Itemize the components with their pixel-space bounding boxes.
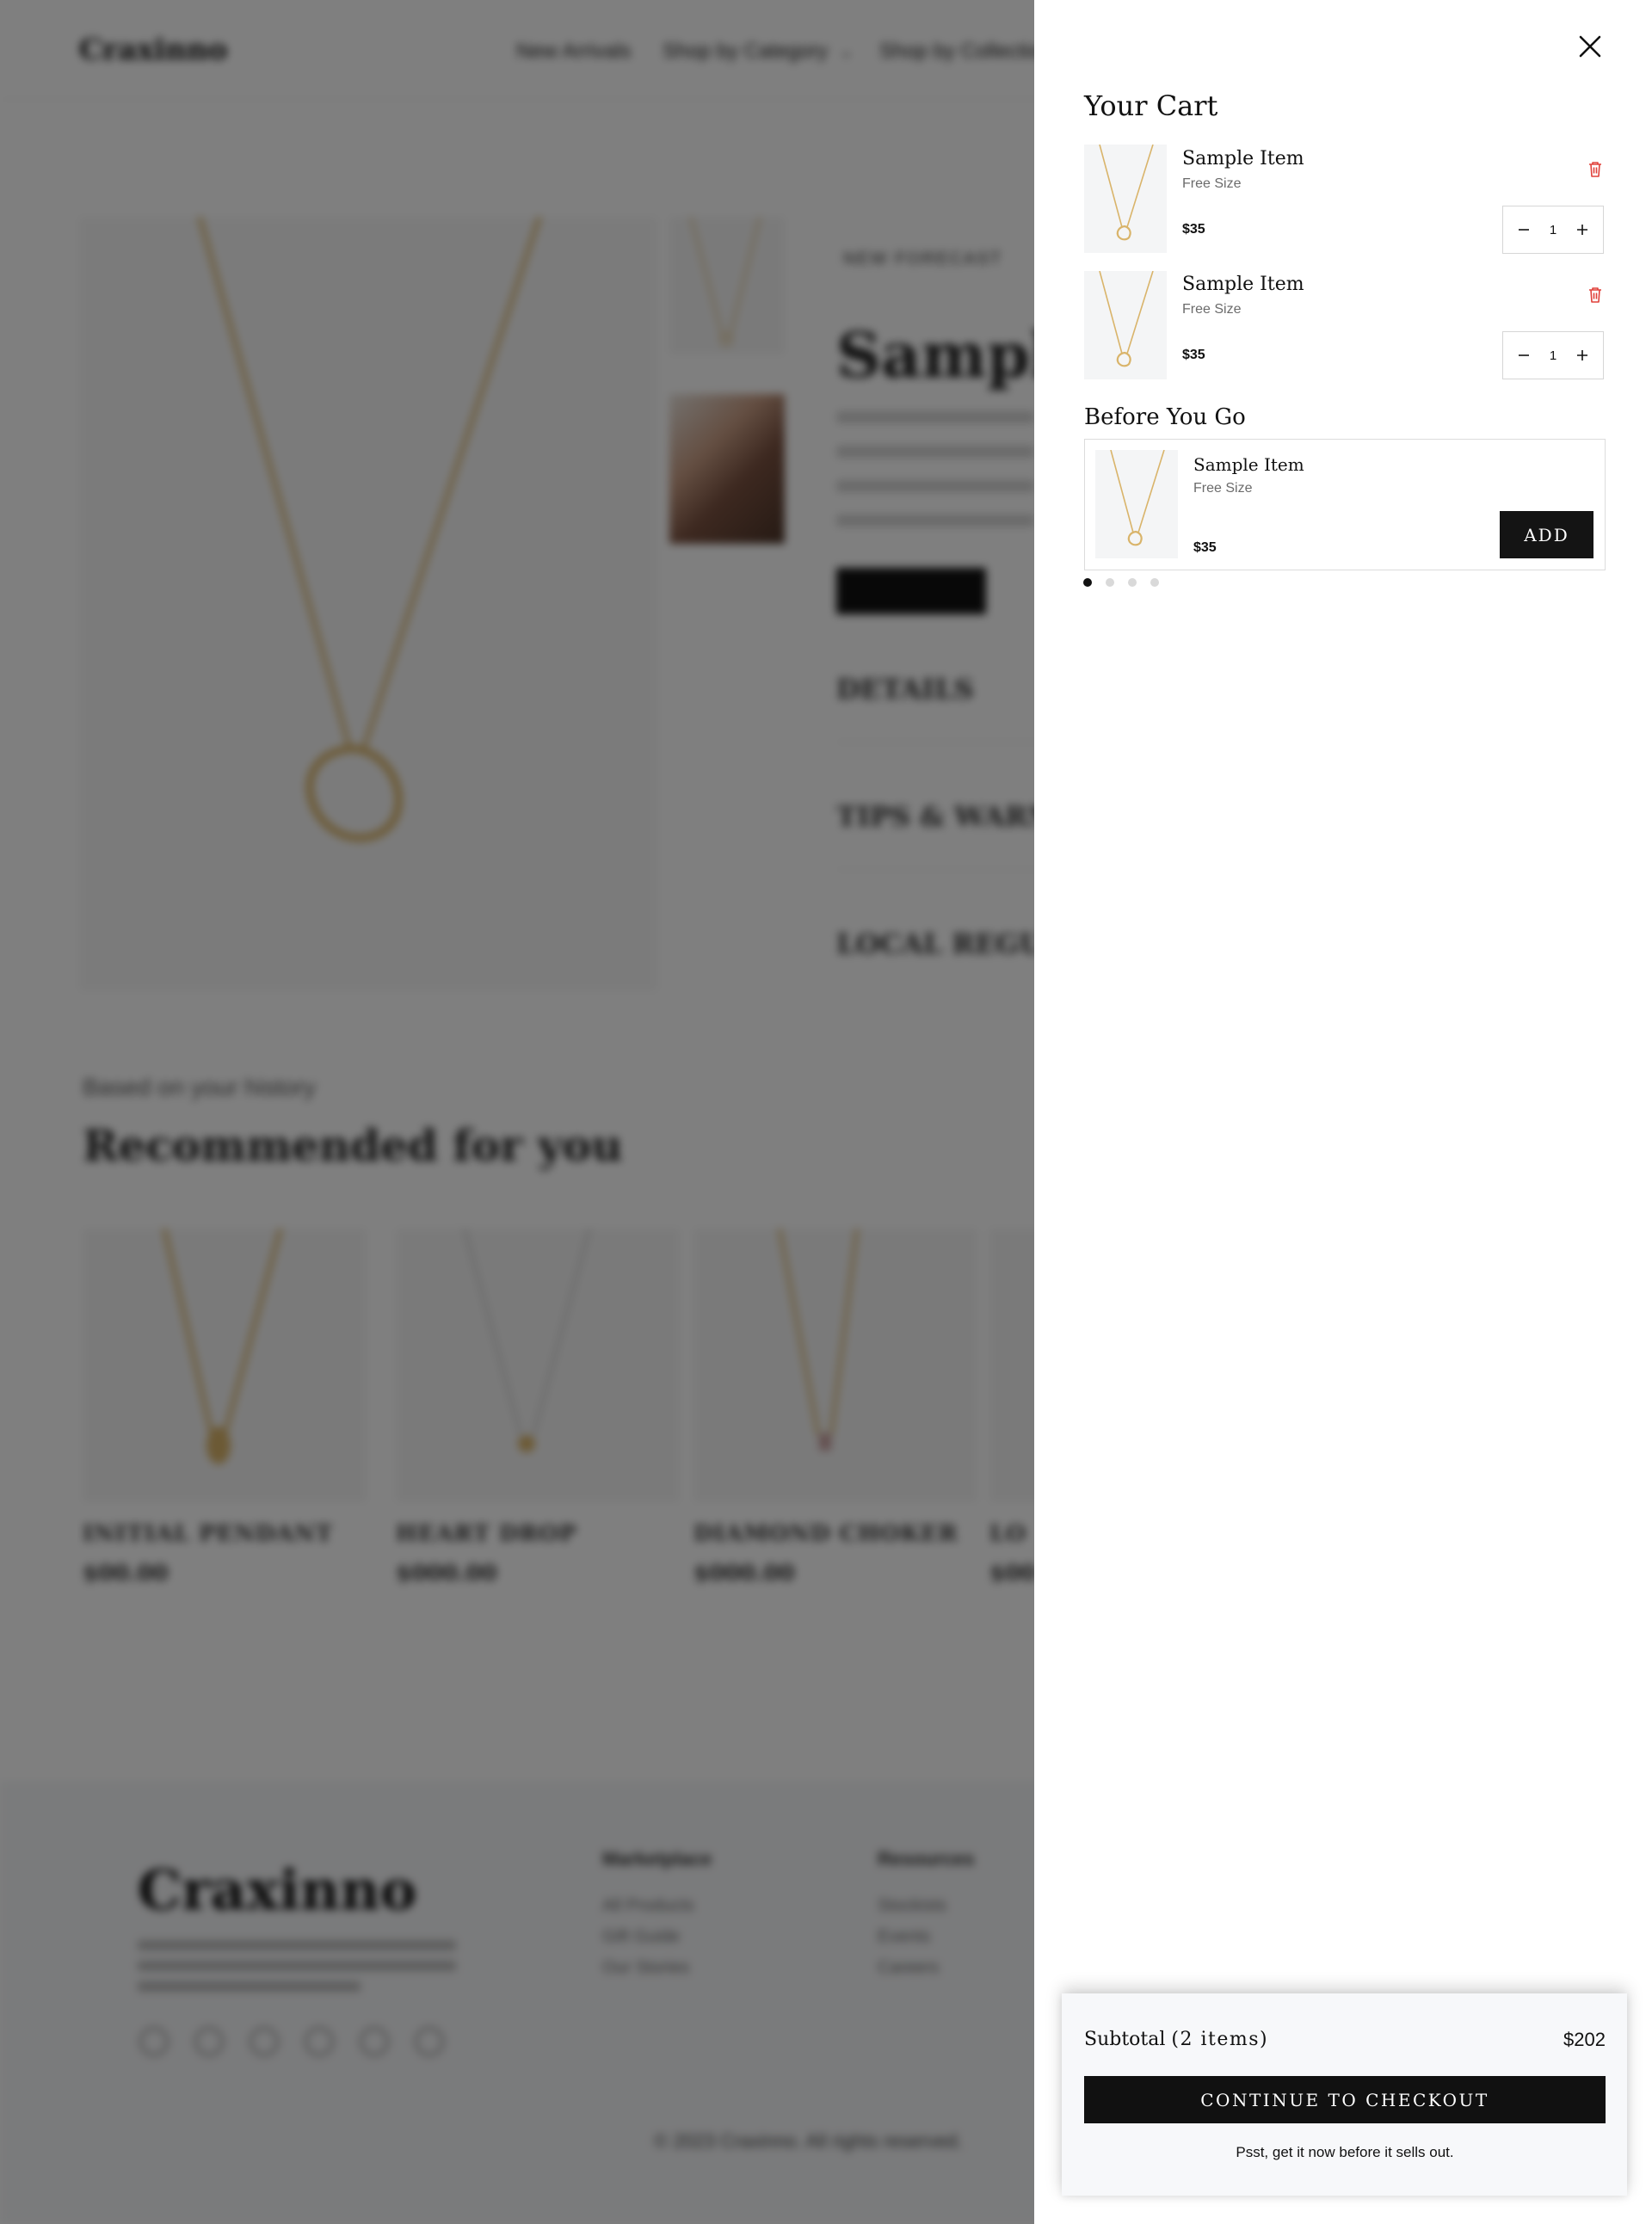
quantity-value: 1 <box>1549 222 1557 237</box>
subtotal-item-count: (2 items) <box>1171 2029 1269 2050</box>
subtotal-value: $202 <box>1563 2029 1606 2050</box>
cart-item-image <box>1084 145 1167 253</box>
quantity-stepper: 1 <box>1502 331 1604 379</box>
carousel-dot[interactable] <box>1083 578 1092 587</box>
carousel-dot[interactable] <box>1150 578 1159 587</box>
add-button[interactable]: ADD <box>1500 511 1593 558</box>
cart-item-price: $35 <box>1182 222 1205 237</box>
upsell-item-name: Sample Item <box>1193 454 1304 475</box>
quantity-stepper: 1 <box>1502 206 1604 254</box>
before-you-go-title: Before You Go <box>1084 404 1246 430</box>
minus-icon[interactable] <box>1513 219 1534 240</box>
cart-item-image <box>1084 271 1167 379</box>
plus-icon[interactable] <box>1572 345 1593 366</box>
checkout-button[interactable]: CONTINUE TO CHECKOUT <box>1084 2076 1606 2123</box>
cart-item-size: Free Size <box>1182 176 1242 191</box>
cart-item-size: Free Size <box>1182 302 1242 317</box>
upsell-item-size: Free Size <box>1193 481 1253 496</box>
upsell-item-image <box>1095 450 1178 558</box>
carousel-dot[interactable] <box>1106 578 1114 587</box>
carousel-dot[interactable] <box>1128 578 1137 587</box>
plus-icon[interactable] <box>1572 219 1593 240</box>
cart-item-price: $35 <box>1182 348 1205 362</box>
subtotal-label: Subtotal (2 items) <box>1084 2029 1269 2050</box>
minus-icon[interactable] <box>1513 345 1534 366</box>
trash-icon[interactable] <box>1587 286 1604 305</box>
cart-title: Your Cart <box>1084 89 1218 122</box>
trash-icon[interactable] <box>1587 160 1604 179</box>
urgency-message: Psst, get it now before it sells out. <box>1236 2144 1454 2160</box>
cart-item-name: Sample Item <box>1182 274 1304 295</box>
quantity-value: 1 <box>1549 348 1557 363</box>
close-icon[interactable] <box>1575 31 1606 62</box>
upsell-item-price: $35 <box>1193 540 1217 555</box>
cart-item-name: Sample Item <box>1182 148 1304 169</box>
